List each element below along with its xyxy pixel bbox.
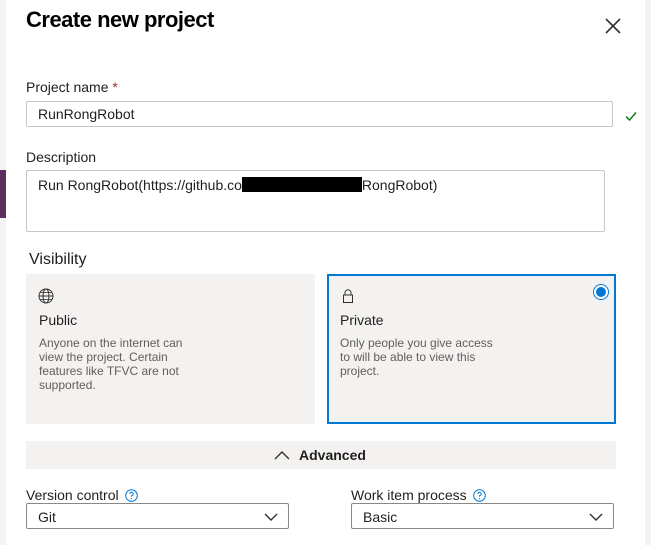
project-name-value: RunRongRobot <box>38 106 135 122</box>
work-item-process-dropdown[interactable]: Basic <box>351 503 614 529</box>
required-marker: * <box>112 79 118 95</box>
help-icon[interactable] <box>472 488 486 502</box>
description-value: Run RongRobot(https://github.co RongRobot… <box>38 177 437 193</box>
checkmark-icon <box>625 112 637 122</box>
private-option-title: Private <box>340 312 384 328</box>
project-name-label-text: Project name <box>26 79 109 95</box>
visibility-option-private[interactable]: Private Only people you give access to w… <box>327 274 616 424</box>
advanced-label: Advanced <box>299 447 366 463</box>
create-project-dialog: Create new project Project name * RunRon… <box>6 0 645 545</box>
version-control-dropdown[interactable]: Git <box>26 503 289 529</box>
close-icon <box>605 18 621 34</box>
visibility-title: Visibility <box>29 251 87 268</box>
version-control-value: Git <box>38 509 56 525</box>
description-value-prefix: Run RongRobot(https://github.co <box>38 177 242 193</box>
version-control-label-text: Version control <box>26 487 119 503</box>
radio-selected-dot <box>596 287 606 297</box>
description-value-suffix: RongRobot) <box>361 177 438 193</box>
lock-icon <box>343 289 353 303</box>
chevron-down-icon <box>264 513 278 521</box>
globe-icon <box>38 288 54 304</box>
private-radio-button[interactable] <box>593 284 609 300</box>
help-icon[interactable] <box>124 488 138 502</box>
description-textarea[interactable]: Run RongRobot(https://github.co RongRobot… <box>26 170 605 232</box>
chevron-down-icon <box>589 513 603 521</box>
work-item-process-label-text: Work item process <box>351 487 467 503</box>
private-option-description: Only people you give access to will be a… <box>340 336 493 378</box>
public-option-description: Anyone on the internet can view the proj… <box>39 336 183 392</box>
version-control-label: Version control <box>26 487 138 503</box>
advanced-toggle[interactable]: Advanced <box>26 441 616 469</box>
description-label: Description <box>26 149 97 165</box>
dialog-title: Create new project <box>26 7 214 32</box>
project-name-input[interactable]: RunRongRobot <box>26 101 613 127</box>
work-item-process-label: Work item process <box>351 487 486 503</box>
chevron-up-icon <box>274 451 290 460</box>
work-item-process-value: Basic <box>363 509 398 525</box>
project-name-label: Project name * <box>26 79 118 95</box>
close-button[interactable] <box>602 15 624 37</box>
visibility-option-public[interactable]: Public Anyone on the internet can view t… <box>26 274 315 424</box>
public-option-title: Public <box>39 312 78 328</box>
background-panel-right <box>645 0 651 545</box>
redaction-bar <box>241 177 362 192</box>
